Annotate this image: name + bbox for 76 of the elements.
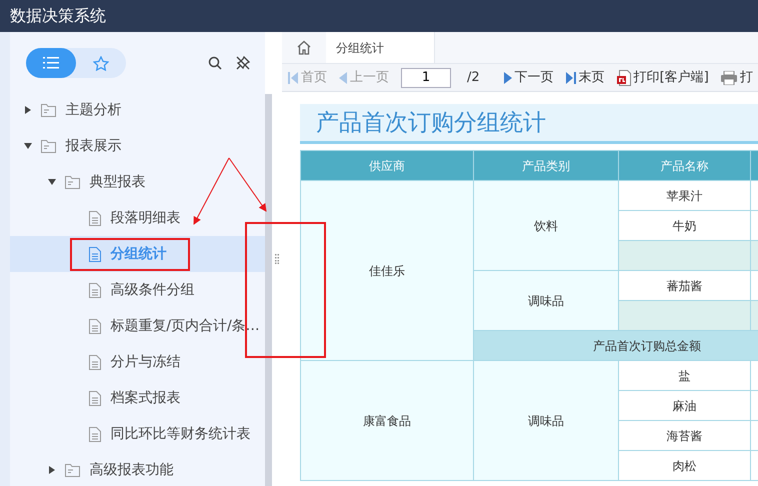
page-total: /2 bbox=[466, 68, 481, 87]
tree-label: 分片与冻结 bbox=[110, 352, 180, 372]
tree-item[interactable]: 高级报表功能 bbox=[10, 452, 265, 486]
scrollbar[interactable] bbox=[265, 94, 272, 486]
table-cell: 康富食品 bbox=[300, 360, 474, 480]
report-title: 产品首次订购分组统计 bbox=[300, 104, 758, 144]
document-icon bbox=[88, 246, 100, 262]
next-icon bbox=[504, 72, 512, 84]
caret-down-icon[interactable] bbox=[48, 179, 56, 185]
folder-icon bbox=[64, 176, 80, 188]
table-cell: 海苔酱 bbox=[618, 420, 750, 450]
column-header: 产品类别 bbox=[474, 150, 618, 180]
tree-label: 标题重复/页内合计/条… bbox=[110, 316, 260, 336]
annotation-arrow bbox=[194, 158, 230, 225]
table-cell: 调味品 bbox=[474, 270, 618, 330]
tree-label: 分组统计 bbox=[110, 244, 166, 264]
tree-item[interactable]: 主题分析 bbox=[10, 92, 265, 128]
caret-right-icon[interactable] bbox=[25, 106, 31, 114]
tree-item[interactable]: 典型报表 bbox=[10, 164, 265, 200]
tree-item[interactable]: 档案式报表 bbox=[10, 380, 265, 416]
last-page-icon bbox=[566, 72, 576, 84]
annotation-arrow bbox=[228, 158, 267, 212]
search-icon[interactable] bbox=[208, 56, 222, 70]
toolbar-button[interactable]: 末页 bbox=[560, 66, 611, 88]
table-cell: 盐 bbox=[618, 360, 750, 390]
column-header: 产品名称 bbox=[618, 150, 750, 180]
pin-icon[interactable] bbox=[235, 55, 251, 71]
caret-right-icon[interactable] bbox=[49, 466, 55, 474]
report-tab[interactable]: 分组统计 bbox=[326, 32, 435, 63]
app-title: 数据决策系统 bbox=[0, 0, 758, 32]
toolbar-button[interactable]: 打印[客户端] bbox=[610, 66, 715, 88]
tree-label: 主题分析 bbox=[65, 100, 122, 120]
first-page-icon bbox=[288, 72, 298, 84]
toolbar-button[interactable]: 打 bbox=[714, 66, 758, 88]
folder-icon bbox=[64, 464, 80, 476]
star-icon bbox=[93, 56, 109, 70]
tree-label: 高级报表功能 bbox=[89, 460, 174, 480]
list-view-tab[interactable] bbox=[26, 48, 76, 78]
table-cell: 麻油 bbox=[618, 390, 750, 420]
toolbar-button[interactable]: 下一页 bbox=[498, 66, 560, 88]
document-icon bbox=[88, 210, 100, 226]
folder-icon bbox=[40, 104, 56, 116]
table-cell: 调味品 bbox=[474, 360, 618, 480]
column-header: 供应商 bbox=[300, 150, 474, 180]
document-icon bbox=[88, 318, 100, 334]
table-cell: 肉松 bbox=[618, 450, 750, 480]
document-print-icon bbox=[616, 70, 631, 86]
printer-icon bbox=[720, 70, 737, 84]
caret-down-icon[interactable] bbox=[24, 143, 32, 149]
tree-label: 报表展示 bbox=[65, 136, 122, 156]
table-cell: 产品首次订购总金额 bbox=[474, 330, 758, 360]
table-cell: 饮料 bbox=[474, 180, 618, 270]
document-icon bbox=[88, 282, 100, 298]
tree-label: 段落明细表 bbox=[110, 208, 180, 228]
tree-label: 档案式报表 bbox=[110, 388, 180, 408]
tree-item[interactable]: 分片与冻结 bbox=[10, 344, 265, 380]
table-cell: 蕃茄酱 bbox=[618, 270, 750, 300]
home-icon[interactable] bbox=[296, 40, 312, 55]
table-cell: 苹果汁 bbox=[618, 180, 750, 210]
tree-item[interactable]: 报表展示 bbox=[10, 128, 265, 164]
document-icon bbox=[88, 390, 100, 406]
document-icon bbox=[88, 426, 100, 442]
tree-label: 高级条件分组 bbox=[110, 280, 194, 300]
tree-item[interactable]: 标题重复/页内合计/条… bbox=[10, 308, 265, 344]
list-icon bbox=[43, 57, 59, 69]
tree-item[interactable]: 同比环比等财务统计表 bbox=[10, 416, 265, 452]
table-cell: 佳佳乐 bbox=[300, 180, 474, 360]
folder-icon bbox=[40, 140, 56, 152]
tree-label: 典型报表 bbox=[89, 172, 146, 192]
tree-item[interactable]: 段落明细表 bbox=[10, 200, 265, 236]
document-icon bbox=[88, 354, 100, 370]
page-number-field[interactable]: 1 bbox=[401, 68, 451, 88]
table-cell: 牛奶 bbox=[618, 210, 750, 240]
previous-icon bbox=[339, 72, 347, 84]
tree-item[interactable]: 高级条件分组 bbox=[10, 272, 265, 308]
tree-label: 同比环比等财务统计表 bbox=[110, 424, 250, 444]
